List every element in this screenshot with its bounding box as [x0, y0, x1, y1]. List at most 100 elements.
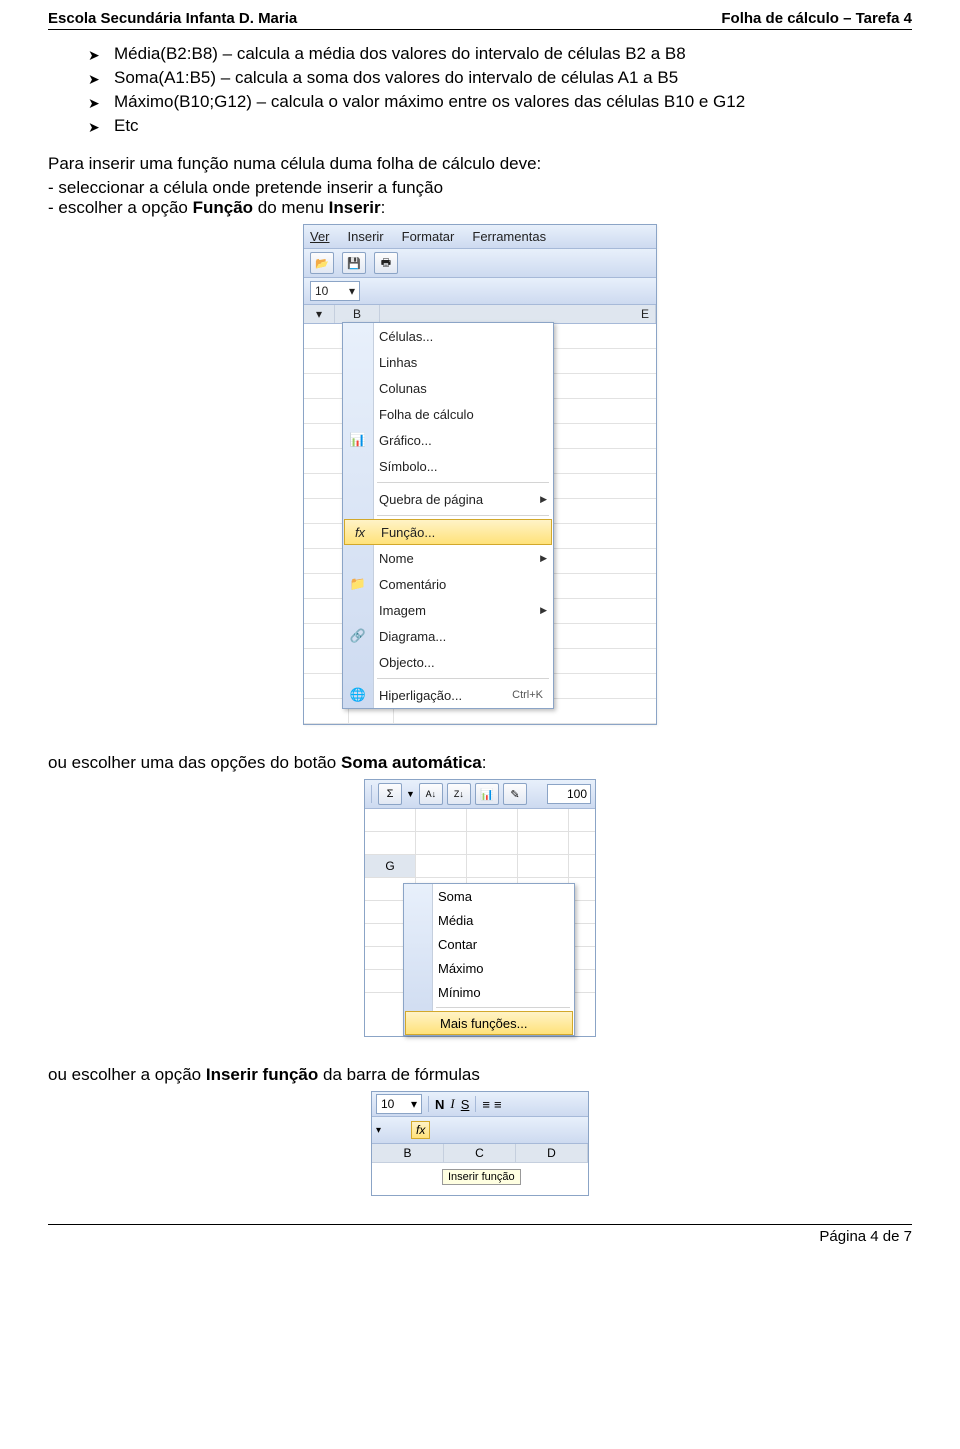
text: ou escolher uma das opções do botão: [48, 753, 341, 772]
underline-button[interactable]: S: [461, 1097, 470, 1112]
page-footer: Página 4 de 7: [48, 1224, 912, 1263]
formula-bar: ▾ fx: [372, 1117, 588, 1144]
text: da barra de fórmulas: [318, 1065, 480, 1084]
font-size-dropdown[interactable]: 10 ▾: [310, 281, 360, 301]
menu-ver[interactable]: Ver: [310, 229, 330, 244]
bullet-item: ➤ Média(B2:B8) – calcula a média dos val…: [88, 44, 912, 66]
menu-quebra[interactable]: Quebra de página ▶: [343, 486, 553, 512]
menu-formatar[interactable]: Formatar: [402, 229, 455, 244]
zoom-box[interactable]: 100: [547, 784, 591, 804]
menu-ferramentas[interactable]: Ferramentas: [472, 229, 546, 244]
bold-button[interactable]: N: [435, 1097, 444, 1112]
insert-function-button[interactable]: fx: [411, 1121, 430, 1139]
sort-descending-icon[interactable]: Z↓: [447, 783, 471, 805]
menu-label: Hiperligação...: [379, 688, 462, 703]
text-bold: Inserir: [329, 198, 381, 217]
autosum-soma[interactable]: Soma: [404, 884, 574, 908]
chevron-down-icon: ▾: [349, 284, 355, 298]
bullet-arrow-icon: ➤: [88, 44, 114, 66]
instruction-step: - seleccionar a célula onde pretende ins…: [48, 178, 912, 198]
align-left-icon[interactable]: ≡: [482, 1097, 488, 1112]
menu-colunas[interactable]: Colunas: [343, 375, 553, 401]
menu-label: Máximo: [438, 961, 484, 976]
menu-separator: [377, 515, 549, 516]
bullet-text: Média(B2:B8) – calcula a média dos valor…: [114, 44, 686, 64]
chevron-down-icon: ▾: [411, 1097, 417, 1111]
save-icon[interactable]: 💾: [342, 252, 366, 274]
shortcut-label: Ctrl+K: [512, 689, 543, 701]
toolbar-separator: [475, 1096, 476, 1112]
text-bold: Soma automática: [341, 753, 482, 772]
menu-grafico[interactable]: 📊Gráfico...: [343, 427, 553, 453]
menu-linhas[interactable]: Linhas: [343, 349, 553, 375]
menu-comentario[interactable]: 📁Comentário: [343, 571, 553, 597]
autosum-dropdown: Soma Média Contar Máximo Mínimo Mais fun…: [403, 883, 575, 1036]
insert-menu-screenshot: Ver Inserir Formatar Ferramentas 📂 💾 🖶 1…: [303, 224, 657, 725]
autosum-minimo[interactable]: Mínimo: [404, 980, 574, 1004]
column-header-e[interactable]: E: [641, 305, 649, 323]
autosum-contar[interactable]: Contar: [404, 932, 574, 956]
menu-inserir[interactable]: Inserir: [348, 229, 384, 244]
text: ou escolher a opção: [48, 1065, 206, 1084]
menu-label: Nome: [379, 551, 414, 566]
sort-ascending-icon[interactable]: A↓: [419, 783, 443, 805]
autosum-button[interactable]: Σ: [378, 783, 402, 805]
chevron-down-icon[interactable]: ▼: [406, 789, 415, 799]
bullet-arrow-icon: ➤: [88, 116, 114, 138]
menu-label: Soma: [438, 889, 472, 904]
toolbar-separator: [428, 1096, 429, 1112]
header-right: Folha de cálculo – Tarefa 4: [721, 10, 912, 27]
menu-label: Quebra de página: [379, 492, 483, 507]
diagram-icon: 🔗: [348, 628, 368, 644]
column-header-g[interactable]: G: [365, 855, 416, 877]
menu-celulas[interactable]: Células...: [343, 323, 553, 349]
column-header-b[interactable]: B: [372, 1144, 444, 1162]
font-size-dropdown[interactable]: 10 ▾: [376, 1094, 422, 1114]
menu-label: Média: [438, 913, 473, 928]
menu-separator: [377, 678, 549, 679]
menu-simbolo[interactable]: Símbolo...: [343, 453, 553, 479]
header-left: Escola Secundária Infanta D. Maria: [48, 10, 297, 27]
column-header-d[interactable]: D: [516, 1144, 588, 1162]
text: do menu: [253, 198, 329, 217]
select-all-corner[interactable]: ▾: [304, 305, 335, 323]
menu-separator: [377, 482, 549, 483]
text-bold: Inserir função: [206, 1065, 318, 1084]
column-header-b[interactable]: B: [335, 305, 380, 323]
menu-nome[interactable]: Nome ▶: [343, 545, 553, 571]
font-size-value: 10: [315, 284, 328, 298]
column-header-c[interactable]: C: [444, 1144, 516, 1162]
menu-hiperligacao[interactable]: 🌐Hiperligação...Ctrl+K: [343, 682, 553, 708]
name-box-dropdown-icon[interactable]: ▾: [376, 1125, 381, 1136]
submenu-arrow-icon: ▶: [540, 494, 547, 505]
align-center-icon[interactable]: ≡: [494, 1097, 500, 1112]
menu-folha[interactable]: Folha de cálculo: [343, 401, 553, 427]
italic-button[interactable]: I: [450, 1096, 454, 1112]
menu-imagem[interactable]: Imagem▶: [343, 597, 553, 623]
print-icon[interactable]: 🖶: [374, 252, 398, 274]
autosum-mais-funcoes[interactable]: Mais funções...: [405, 1011, 573, 1035]
drawing-icon[interactable]: ✎: [503, 783, 527, 805]
menu-label: Mais funções...: [440, 1016, 527, 1031]
tooltip-insert-function: Inserir função: [442, 1169, 521, 1185]
cell-area[interactable]: Inserir função: [372, 1163, 588, 1195]
submenu-arrow-icon: ▶: [540, 553, 547, 564]
menu-label: Objecto...: [379, 655, 435, 670]
paragraph-intro: Para inserir uma função numa célula duma…: [48, 154, 912, 174]
autosum-maximo[interactable]: Máximo: [404, 956, 574, 980]
open-icon[interactable]: 📂: [310, 252, 334, 274]
text: :: [381, 198, 386, 217]
submenu-arrow-icon: ▶: [540, 605, 547, 616]
toolbar-standard: 📂 💾 🖶: [304, 249, 656, 278]
menu-diagrama[interactable]: 🔗Diagrama...: [343, 623, 553, 649]
menu-label: Comentário: [379, 577, 446, 592]
menu-funcao[interactable]: fxFunção...: [344, 519, 552, 545]
autosum-toolbar: Σ ▼ A↓ Z↓ 📊 ✎ 100: [365, 780, 595, 809]
bullet-item: ➤ Máximo(B10;G12) – calcula o valor máxi…: [88, 92, 912, 114]
chart-wizard-icon[interactable]: 📊: [475, 783, 499, 805]
menu-objecto[interactable]: Objecto...: [343, 649, 553, 675]
menu-label: Símbolo...: [379, 459, 438, 474]
bullet-arrow-icon: ➤: [88, 92, 114, 114]
page-number: Página 4 de 7: [819, 1228, 912, 1245]
autosum-media[interactable]: Média: [404, 908, 574, 932]
